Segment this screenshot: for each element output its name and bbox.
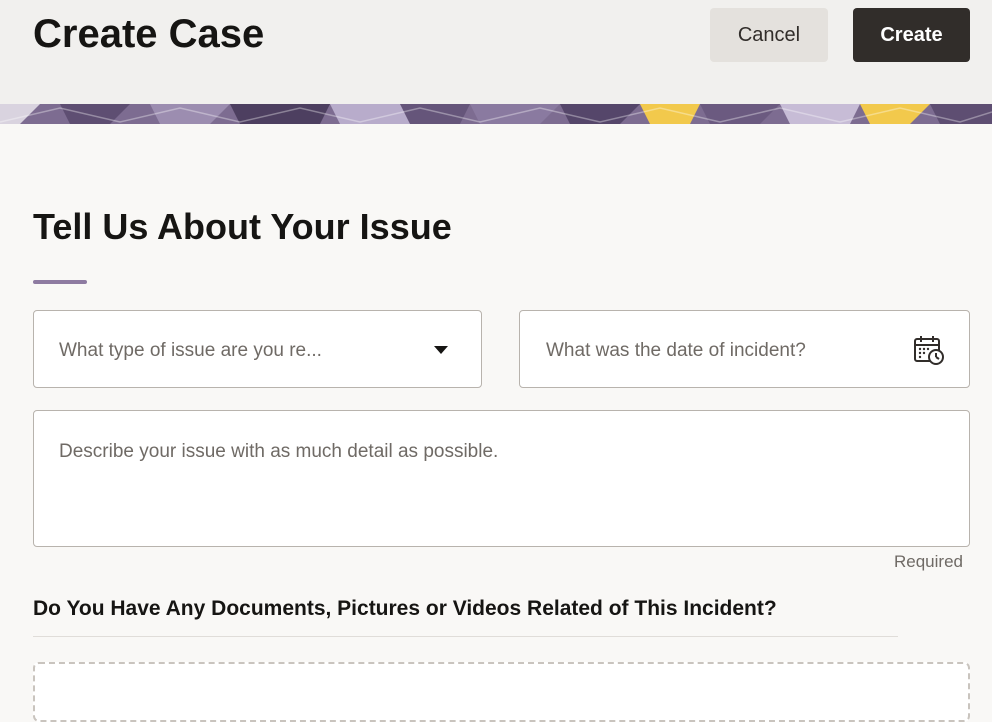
chevron-down-icon: [434, 346, 448, 354]
documents-divider: [33, 636, 898, 637]
issue-type-placeholder: What type of issue are you re...: [59, 340, 322, 361]
file-upload-dropzone[interactable]: [33, 662, 970, 722]
section-title-underline: [33, 280, 87, 284]
section-title: Tell Us About Your Issue: [33, 206, 452, 247]
issue-description-placeholder: Describe your issue with as much detail …: [59, 441, 499, 462]
decorative-banner: [0, 104, 992, 124]
incident-date-input[interactable]: What was the date of incident?: [519, 310, 970, 388]
cancel-button[interactable]: Cancel: [710, 8, 828, 62]
issue-description-textarea[interactable]: Describe your issue with as much detail …: [33, 410, 970, 547]
page-header: Create Case Cancel Create: [0, 0, 992, 104]
required-note: Required: [894, 552, 963, 571]
documents-section-title: Do You Have Any Documents, Pictures or V…: [33, 597, 777, 620]
calendar-icon[interactable]: [913, 334, 945, 366]
incident-date-placeholder: What was the date of incident?: [546, 340, 806, 361]
page-title: Create Case: [33, 12, 265, 56]
issue-type-select[interactable]: What type of issue are you re...: [33, 310, 482, 388]
create-button[interactable]: Create: [853, 8, 970, 62]
